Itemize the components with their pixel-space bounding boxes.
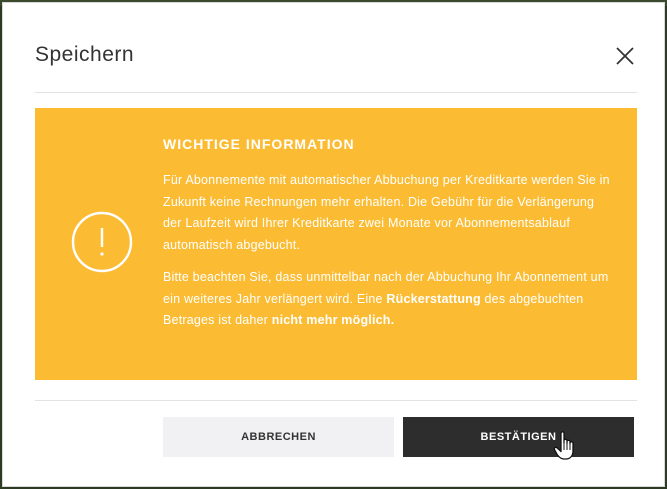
close-icon bbox=[616, 47, 634, 65]
information-alert: WICHTIGE INFORMATION Für Abonnemente mit… bbox=[35, 108, 637, 380]
divider bbox=[35, 92, 637, 93]
alert-paragraph-2: Bitte beachten Sie, dass unmittelbar nac… bbox=[163, 267, 613, 332]
divider bbox=[35, 400, 637, 401]
refund-emphasis: Rückerstattung bbox=[386, 291, 481, 306]
alert-body: WICHTIGE INFORMATION Für Abonnemente mit… bbox=[163, 136, 613, 343]
close-button[interactable] bbox=[613, 44, 637, 68]
alert-heading: WICHTIGE INFORMATION bbox=[163, 136, 355, 152]
save-dialog: Speichern WICHTIGE INFORMATION Für Abonn… bbox=[2, 2, 665, 487]
dialog-title: Speichern bbox=[35, 43, 135, 66]
cancel-button[interactable]: ABBRECHEN bbox=[163, 417, 394, 457]
confirm-button[interactable]: BESTÄTIGEN bbox=[403, 417, 634, 457]
exclamation-circle-icon bbox=[71, 211, 133, 273]
alert-paragraph-1: Für Abonnemente mit automatischer Abbuch… bbox=[163, 173, 610, 252]
not-possible-emphasis: nicht mehr möglich. bbox=[271, 313, 395, 327]
